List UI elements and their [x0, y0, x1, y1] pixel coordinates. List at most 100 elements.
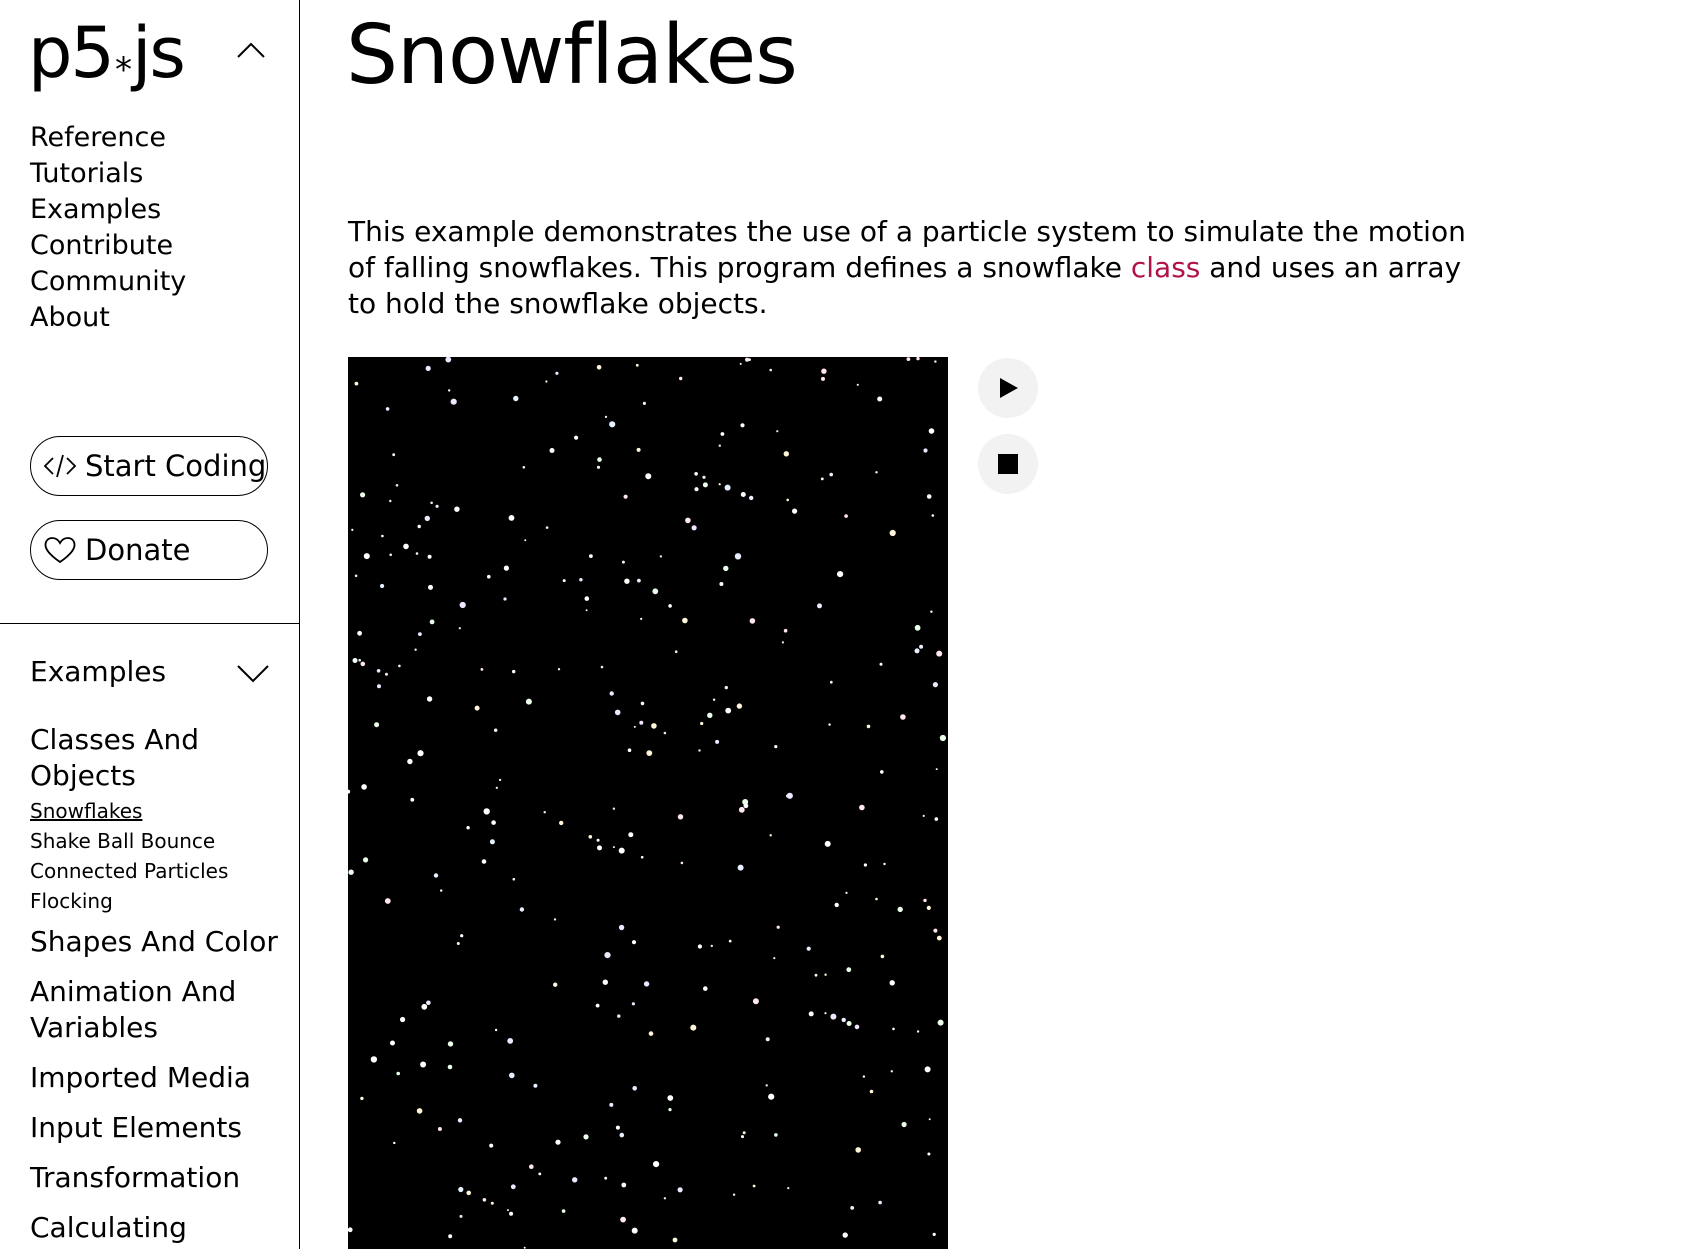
- snowflake: [875, 897, 878, 901]
- snowflake: [924, 1066, 931, 1073]
- snowflake: [828, 723, 831, 726]
- snowflake: [829, 680, 833, 684]
- snowflake: [456, 942, 460, 945]
- category-calculating[interactable]: Calculating: [30, 1210, 290, 1246]
- snowflake: [357, 630, 362, 636]
- nav-about[interactable]: About: [30, 300, 186, 336]
- snowflake: [421, 1003, 428, 1010]
- snowflake: [919, 644, 924, 649]
- category-classes-and-objects[interactable]: Classes And Objects: [30, 722, 290, 794]
- snowflake: [718, 483, 721, 486]
- p5js-logo[interactable]: p5*js: [28, 18, 186, 88]
- snowflake: [752, 998, 759, 1005]
- subitem-connected-particles[interactable]: Connected Particles: [30, 856, 290, 886]
- snowflakes-drawing: [346, 356, 947, 1249]
- examples-section-title[interactable]: Examples: [30, 655, 166, 688]
- nav-reference[interactable]: Reference: [30, 120, 186, 156]
- snowflake: [774, 745, 778, 749]
- snowflake: [841, 1017, 846, 1023]
- snowflake: [562, 579, 566, 583]
- snowflake: [429, 619, 435, 625]
- snowflake: [691, 525, 697, 531]
- nav-examples[interactable]: Examples: [30, 192, 186, 228]
- snowflake: [866, 724, 871, 729]
- snowflake: [914, 624, 921, 631]
- snowflake: [927, 1152, 931, 1156]
- category-animation-and-variables[interactable]: Animation And Variables: [30, 974, 290, 1046]
- snowflake: [668, 1108, 672, 1112]
- category-shapes-and-color[interactable]: Shapes And Color: [30, 924, 290, 960]
- snowflake: [765, 1084, 768, 1087]
- snowflake: [618, 924, 625, 931]
- snowflake: [418, 632, 422, 636]
- code-icon: [43, 454, 77, 478]
- snowflake: [869, 1089, 874, 1094]
- snowflake: [628, 832, 634, 838]
- snowflake: [596, 365, 602, 370]
- snowflake: [769, 368, 772, 372]
- category-transformation[interactable]: Transformation: [30, 1160, 290, 1196]
- snowflake: [786, 498, 789, 502]
- snowflake: [855, 1147, 861, 1153]
- category-input-elements[interactable]: Input Elements: [30, 1110, 290, 1146]
- snowflake: [653, 1161, 660, 1168]
- snowflake: [631, 1002, 635, 1006]
- snowflake: [856, 383, 859, 386]
- snowflake: [737, 864, 744, 871]
- snowflake: [533, 1083, 538, 1088]
- snowflake: [620, 1216, 626, 1223]
- chevron-up-icon[interactable]: [236, 40, 266, 60]
- snowflake: [410, 797, 415, 802]
- snowflake: [914, 648, 920, 654]
- snowflake: [579, 578, 583, 582]
- snowflake: [361, 784, 367, 790]
- snowflake: [787, 1187, 790, 1190]
- snowflake: [417, 750, 424, 757]
- start-coding-button[interactable]: Start Coding: [30, 436, 268, 496]
- snowflake: [702, 475, 706, 479]
- donate-button[interactable]: Donate: [30, 520, 268, 580]
- snowflake: [347, 1227, 353, 1233]
- snowflake: [749, 618, 756, 624]
- nav-tutorials[interactable]: Tutorials: [30, 156, 186, 192]
- snowflake: [837, 571, 844, 578]
- chevron-down-icon[interactable]: [236, 662, 270, 684]
- snowflake: [510, 1184, 516, 1190]
- stop-button[interactable]: [978, 434, 1038, 494]
- snowflake: [834, 902, 839, 908]
- snowflake: [557, 668, 561, 671]
- class-reference-link[interactable]: class: [1131, 251, 1201, 284]
- play-button[interactable]: [978, 358, 1038, 418]
- snowflake: [612, 846, 615, 849]
- snowflake: [824, 1012, 827, 1015]
- snowflake: [728, 939, 732, 943]
- snowflake: [732, 1193, 736, 1196]
- subitem-shake-ball-bounce[interactable]: Shake Ball Bounce: [30, 826, 290, 856]
- play-icon: [1000, 378, 1018, 398]
- nav-community[interactable]: Community: [30, 264, 186, 300]
- snowflake: [690, 1024, 697, 1031]
- snowflake: [651, 723, 657, 729]
- snowflake: [395, 484, 399, 487]
- nav-contribute[interactable]: Contribute: [30, 228, 186, 264]
- subitem-flocking[interactable]: Flocking: [30, 886, 290, 916]
- snowflake: [926, 905, 931, 911]
- subitem-snowflakes[interactable]: Snowflakes: [30, 796, 290, 826]
- snowflake: [939, 734, 947, 742]
- snowflake: [595, 1003, 600, 1008]
- snowflake: [509, 1072, 515, 1079]
- snowflake: [596, 465, 601, 469]
- snowflake: [545, 526, 549, 529]
- snowflake: [435, 504, 439, 508]
- snowflake: [555, 371, 559, 375]
- snowflake: [459, 1214, 463, 1218]
- category-imported-media[interactable]: Imported Media: [30, 1060, 290, 1096]
- snowflake: [352, 658, 358, 663]
- snowflake: [859, 804, 865, 811]
- snowflake: [645, 473, 652, 480]
- logo-text-right: js: [131, 12, 186, 94]
- snowflake: [846, 967, 852, 973]
- snowflake: [631, 1227, 638, 1234]
- snowflake: [604, 952, 611, 959]
- sketch-canvas[interactable]: [346, 356, 948, 1249]
